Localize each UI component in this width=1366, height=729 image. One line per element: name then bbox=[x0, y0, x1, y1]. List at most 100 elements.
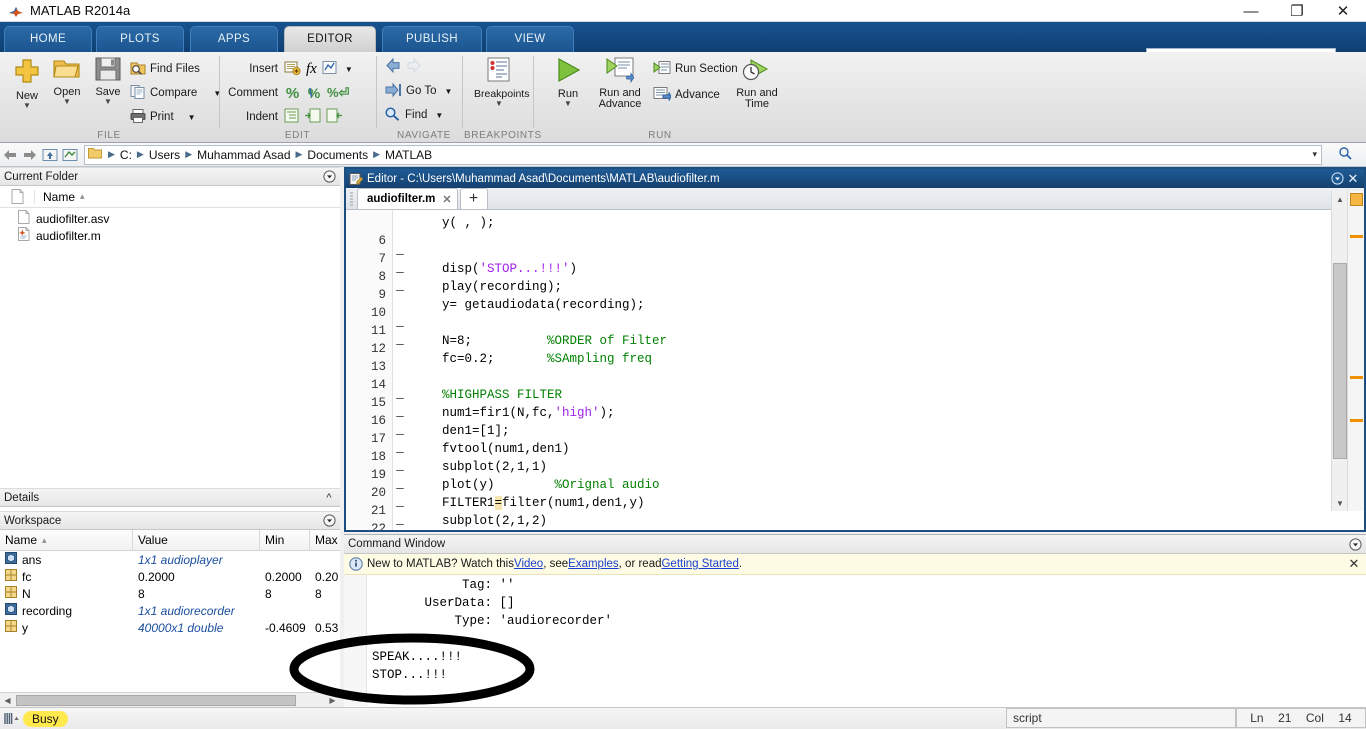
indent-row[interactable]: Indent bbox=[224, 106, 342, 128]
tab-view[interactable]: VIEW bbox=[486, 26, 574, 52]
analyzer-warning-marker[interactable] bbox=[1350, 376, 1363, 379]
goto-button[interactable]: Go To ▼ bbox=[384, 80, 452, 102]
code-line-9[interactable]: 9 bbox=[346, 274, 1364, 302]
workspace-hscrollbar[interactable]: ◀ ▶ bbox=[0, 692, 340, 707]
examples-link[interactable]: Examples bbox=[568, 558, 619, 570]
code-line-17[interactable]: 17 — subplot(2,1,1) bbox=[346, 418, 1364, 474]
compare-button[interactable]: Compare ▼ bbox=[130, 82, 221, 104]
analyzer-status-indicator[interactable] bbox=[1350, 193, 1363, 206]
scrollbar-thumb[interactable] bbox=[1333, 263, 1347, 459]
advance-button[interactable]: Advance bbox=[653, 84, 720, 106]
browse-folder-icon[interactable] bbox=[60, 145, 80, 165]
code-line-11[interactable]: 11 — fc=0.2; %SAmpling freq bbox=[346, 310, 1364, 366]
editor-tab-grip[interactable] bbox=[346, 188, 357, 209]
analyzer-warning-marker[interactable] bbox=[1350, 235, 1363, 238]
find-files-button[interactable]: Find Files bbox=[130, 58, 200, 80]
workspace-col-min[interactable]: Min bbox=[260, 529, 310, 551]
table-row[interactable]: recording 1x1 audiorecorder bbox=[0, 602, 340, 619]
table-row[interactable]: N 8 8 8 bbox=[0, 585, 340, 602]
crumb-muhammad-asad[interactable]: Muhammad Asad bbox=[195, 148, 292, 162]
table-row[interactable]: fc 0.2000 0.2000 0.20 bbox=[0, 568, 340, 585]
path-back-button[interactable] bbox=[0, 145, 20, 165]
close-button[interactable]: ✕ bbox=[1320, 0, 1366, 22]
code-line-22[interactable]: 22 bbox=[346, 508, 1364, 530]
comment-percent-icon[interactable]: % bbox=[284, 85, 301, 102]
fi-icon[interactable] bbox=[322, 60, 338, 79]
comment-row[interactable]: Comment % % \ %⏎ bbox=[224, 82, 349, 104]
minimize-button[interactable]: — bbox=[1228, 0, 1274, 22]
run-button[interactable]: Run ▼ bbox=[545, 56, 591, 108]
code-line-8[interactable]: 8 — y= getaudiodata(recording); bbox=[346, 256, 1364, 312]
uncomment-icon[interactable]: % \ bbox=[306, 85, 322, 101]
run-section-button[interactable]: Run Section bbox=[653, 58, 738, 80]
breadcrumb[interactable]: ▶ C: ▶ Users ▶ Muhammad Asad ▶ Documents… bbox=[84, 144, 1322, 165]
workspace-col-name[interactable]: Name ▴ bbox=[0, 529, 133, 551]
insert-caret[interactable]: ▼ bbox=[345, 65, 353, 74]
banner-close-icon[interactable]: ✕ bbox=[1347, 556, 1361, 572]
current-folder-menu-icon[interactable] bbox=[322, 170, 336, 184]
editor-close-icon[interactable]: ✕ bbox=[1345, 171, 1361, 187]
editor-vertical-scrollbar[interactable]: ▲ ▼ bbox=[1331, 191, 1347, 511]
editor-dock-menu-icon[interactable] bbox=[1329, 171, 1345, 187]
print-caret[interactable]: ▼ bbox=[188, 113, 196, 122]
tab-editor[interactable]: EDITOR bbox=[284, 26, 376, 52]
code-line-7[interactable]: 7 — play(recording); bbox=[346, 238, 1364, 294]
up-folder-icon[interactable] bbox=[40, 145, 60, 165]
code-line-14[interactable]: 14 — num1=fir1(N,fc,'high'); bbox=[346, 364, 1364, 420]
code-line-19[interactable]: 19 — FILTER1=filter(num1,den1,y) bbox=[346, 454, 1364, 510]
scroll-down-arrow[interactable]: ▼ bbox=[1332, 495, 1348, 511]
fx-icon[interactable]: fx bbox=[306, 61, 317, 78]
code-line-12[interactable]: 12 bbox=[346, 328, 1364, 356]
scroll-right-arrow[interactable]: ▶ bbox=[325, 694, 340, 707]
file-type-column-header[interactable] bbox=[0, 189, 34, 204]
tab-plots[interactable]: PLOTS bbox=[96, 26, 184, 52]
path-forward-button[interactable] bbox=[20, 145, 40, 165]
find-button[interactable]: Find ▼ bbox=[384, 104, 443, 126]
scroll-up-arrow[interactable]: ▲ bbox=[1332, 191, 1348, 207]
code-line-10[interactable]: 10 — N=8; %ORDER of Filter bbox=[346, 292, 1364, 348]
command-window-output[interactable]: Tag: '' UserData: [] Type: 'audiorecorde… bbox=[344, 575, 1366, 706]
table-row[interactable]: y 40000x1 double -0.4609 0.53 bbox=[0, 619, 340, 636]
code-line-18[interactable]: 18 — plot(y) %Orignal audio bbox=[346, 436, 1364, 492]
open-button[interactable]: Open ▼ bbox=[44, 56, 90, 106]
indent-right-icon[interactable] bbox=[305, 108, 321, 126]
details-title-bar[interactable]: Details ^ bbox=[0, 488, 340, 507]
breakpoints-button[interactable]: Breakpoints ▼ bbox=[474, 56, 529, 108]
scroll-left-arrow[interactable]: ◀ bbox=[0, 694, 15, 707]
goto-caret[interactable]: ▼ bbox=[444, 87, 452, 96]
tab-home[interactable]: HOME bbox=[4, 26, 92, 52]
insert-icon[interactable] bbox=[284, 60, 301, 79]
code-line-6[interactable]: 6 — disp('STOP...!!!') bbox=[346, 220, 1364, 276]
workspace-col-max[interactable]: Max bbox=[310, 530, 340, 551]
crumb-matlab[interactable]: MATLAB bbox=[383, 148, 434, 162]
list-item[interactable]: audiofilter.m bbox=[0, 227, 340, 244]
table-row[interactable]: ans 1x1 audioplayer bbox=[0, 551, 340, 568]
indent-left-icon[interactable] bbox=[326, 108, 342, 126]
workspace-col-value[interactable]: Value bbox=[133, 529, 260, 551]
back-arrow-icon[interactable] bbox=[384, 57, 402, 77]
code-line-20[interactable]: 20 — subplot(2,1,2) bbox=[346, 472, 1364, 528]
path-search-icon[interactable] bbox=[1338, 146, 1353, 163]
code-line-16[interactable]: 16 — fvtool(num1,den1) bbox=[346, 400, 1364, 456]
save-button-caret[interactable]: ▼ bbox=[85, 98, 131, 106]
scrollbar-thumb[interactable] bbox=[16, 694, 296, 706]
name-column-header[interactable]: Name ▴ bbox=[34, 189, 340, 204]
tab-apps[interactable]: APPS bbox=[190, 26, 278, 52]
code-line-21[interactable]: 21 — plot(FILTER1) bbox=[346, 490, 1364, 530]
crumb-documents[interactable]: Documents bbox=[305, 148, 370, 162]
analyzer-warning-marker[interactable] bbox=[1350, 419, 1363, 422]
code-line-13[interactable]: 13 %HIGHPASS FILTER bbox=[346, 346, 1364, 402]
maximize-button[interactable]: ❐ bbox=[1274, 0, 1320, 22]
new-tab-button[interactable]: + bbox=[459, 188, 488, 209]
print-button[interactable]: Print ▼ bbox=[130, 106, 196, 128]
run-caret[interactable]: ▼ bbox=[545, 100, 591, 108]
crumb-users[interactable]: Users bbox=[147, 148, 182, 162]
tab-publish[interactable]: PUBLISH bbox=[382, 26, 482, 52]
chevron-down-icon[interactable]: ▾ bbox=[1310, 149, 1321, 160]
workspace-menu-icon[interactable] bbox=[322, 514, 336, 528]
save-button[interactable]: Save ▼ bbox=[85, 56, 131, 106]
code-analyzer-strip[interactable] bbox=[1347, 191, 1364, 511]
command-window-menu-icon[interactable] bbox=[1348, 537, 1362, 551]
video-link[interactable]: Video bbox=[514, 558, 543, 570]
list-item[interactable]: audiofilter.asv bbox=[0, 210, 340, 227]
